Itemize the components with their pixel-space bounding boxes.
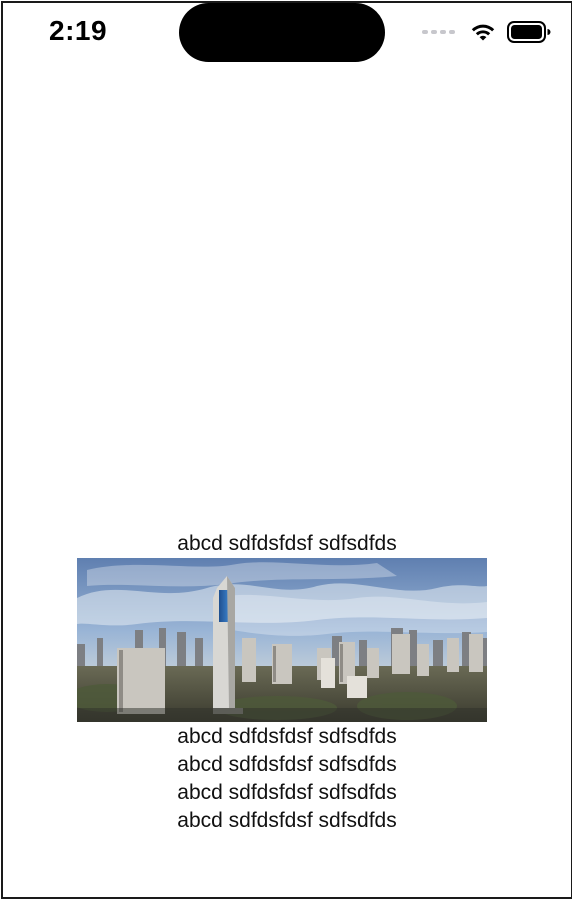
dynamic-island (179, 3, 385, 62)
status-time: 2:19 (49, 15, 108, 46)
text-line-above: abcd sdfdsfdsf sdfsdfds (177, 532, 397, 555)
text-line-below-4: abcd sdfdsfdsf sdfsdfds (177, 809, 397, 832)
battery-icon (507, 21, 551, 43)
phone-screen: 2:19 abcd sdfdsfdsf sdfsdfds abcd sdfdsf… (1, 1, 572, 899)
wifi-icon (471, 24, 495, 41)
text-line-below-3: abcd sdfdsfdsf sdfsdfds (177, 781, 397, 804)
status-icons (422, 19, 551, 45)
text-line-below-2: abcd sdfdsfdsf sdfsdfds (177, 753, 397, 776)
text-line-below-1: abcd sdfdsfdsf sdfsdfds (177, 725, 397, 748)
cellular-dots-icon (422, 30, 455, 34)
city-skyline-image (77, 558, 487, 722)
